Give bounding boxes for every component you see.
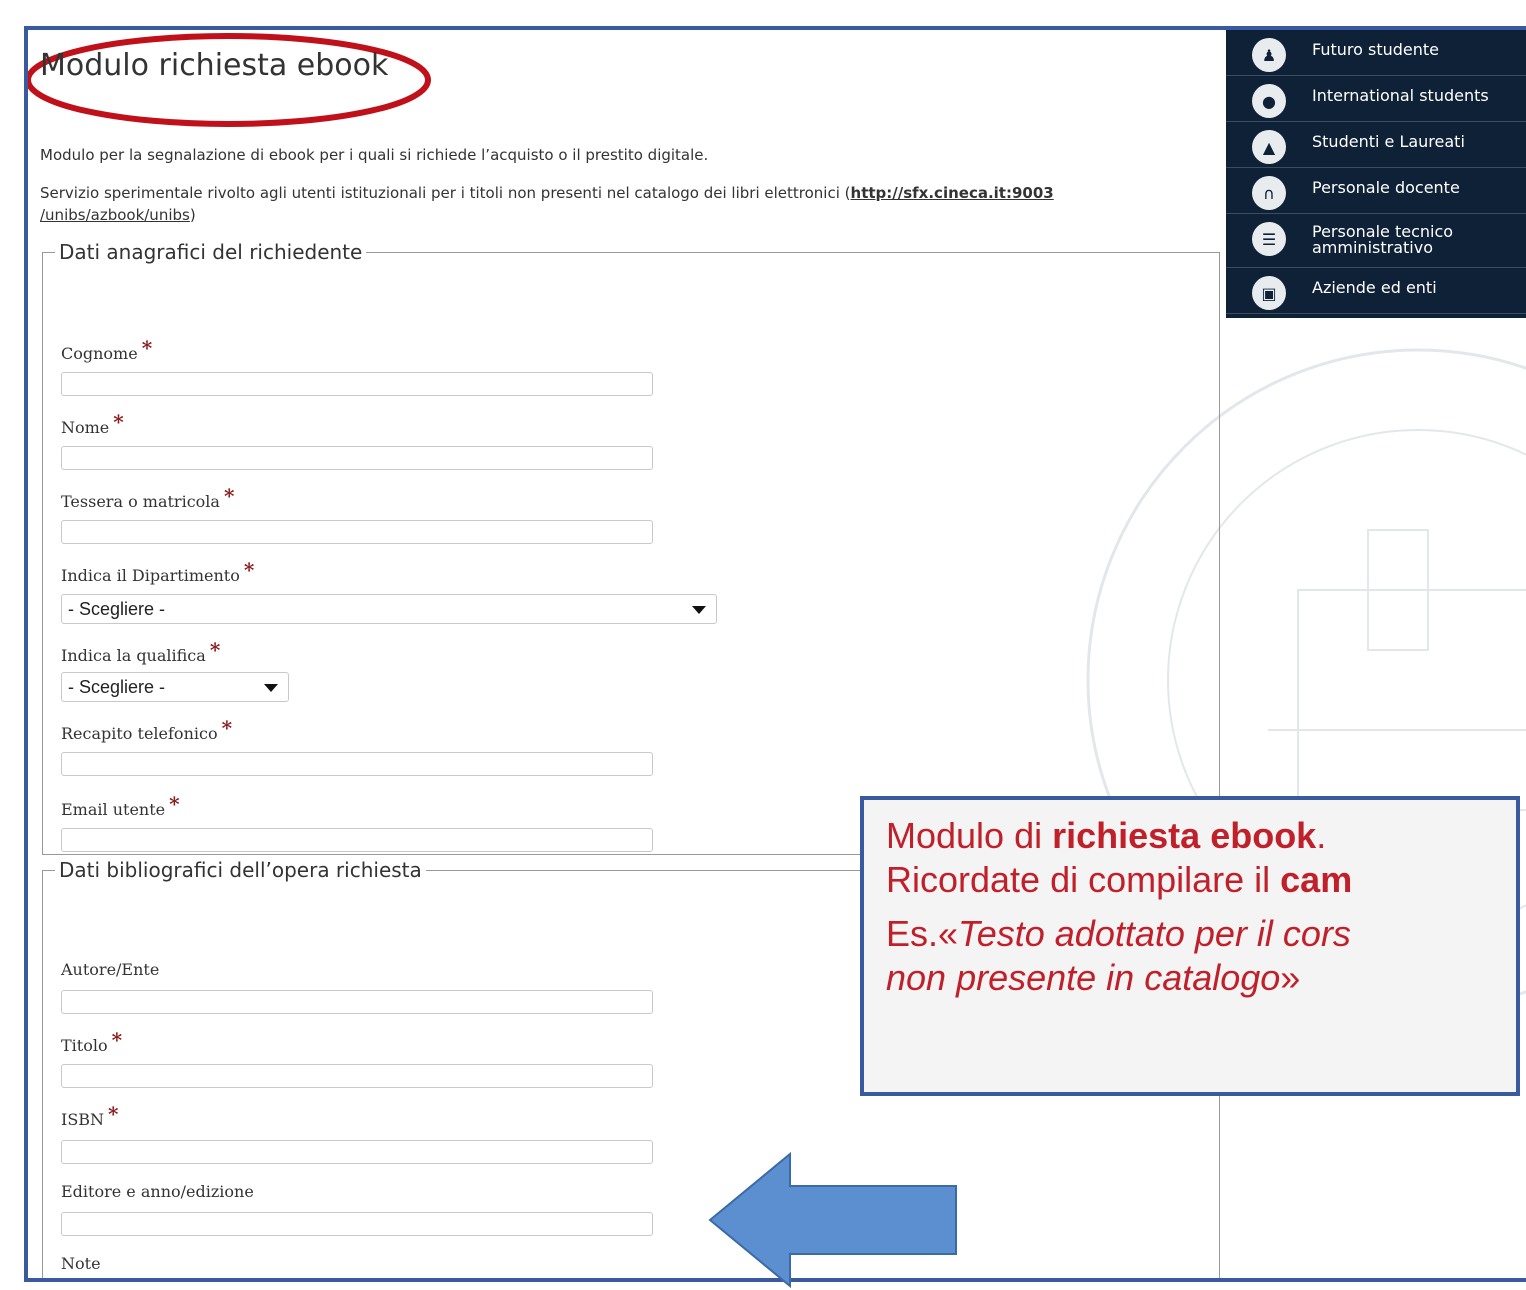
dipartimento-select[interactable]: - Scegliere - (61, 594, 717, 624)
isbn-label: ISBN * (61, 1102, 119, 1129)
isbn-input[interactable] (61, 1140, 653, 1164)
page-title: Modulo richiesta ebook (40, 48, 389, 83)
required-asterisk: * (108, 1102, 119, 1126)
people-icon: ♟ (1252, 38, 1286, 72)
required-asterisk: * (111, 1028, 123, 1052)
autore-input[interactable] (61, 990, 653, 1014)
menu-item-aziende-enti[interactable]: ▣ Aziende ed enti (1226, 268, 1526, 314)
menu-item-futuro-studente[interactable]: ♟ Futuro studente (1226, 30, 1526, 76)
applicant-section-legend: Dati anagrafici del richiedente (59, 240, 363, 264)
required-asterisk: * (141, 336, 153, 360)
intro-text: Modulo per la segnalazione di ebook per … (40, 146, 709, 164)
telefono-input[interactable] (61, 752, 653, 776)
menu-item-personale-docente[interactable]: ∩ Personale docente (1226, 168, 1526, 214)
editore-input[interactable] (61, 1212, 653, 1236)
required-asterisk: * (169, 792, 180, 816)
qualifica-select[interactable]: - Scegliere - (61, 672, 289, 702)
menu-item-personale-tecnico[interactable]: ☰ Personale tecnico amministrativo (1226, 214, 1526, 268)
menu-item-international-students[interactable]: ● International students (1226, 76, 1526, 122)
titolo-input[interactable] (61, 1064, 653, 1088)
books-icon: ☰ (1252, 222, 1286, 256)
dipartimento-label: Indica il Dipartimento * (61, 558, 255, 585)
instruction-callout: Modulo di richiesta ebook. Ricordate di … (860, 796, 1520, 1096)
service-description: Servizio sperimentale rivolto agli utent… (40, 184, 1054, 224)
globe-icon: ● (1252, 84, 1286, 118)
catalog-link[interactable]: http://sfx.cineca.it:9003 (851, 184, 1054, 202)
tessera-input[interactable] (61, 520, 653, 544)
tessera-label: Tessera o matricola * (61, 484, 235, 511)
cognome-input[interactable] (61, 372, 653, 396)
required-asterisk: * (243, 558, 255, 582)
audience-menu: ♟ Futuro studente ● International studen… (1226, 30, 1526, 318)
required-asterisk: * (113, 410, 124, 434)
note-label: Note (61, 1254, 101, 1273)
bibliographic-section-legend: Dati bibliografici dell’opera richiesta (59, 858, 422, 882)
required-asterisk: * (223, 484, 235, 508)
dropdown-arrow-icon (264, 684, 278, 692)
dropdown-arrow-icon (692, 606, 706, 614)
telefono-label: Recapito telefonico * (61, 716, 233, 743)
autore-label: Autore/Ente (61, 960, 160, 979)
catalog-link-continued[interactable]: /unibs/azbook/unibs (40, 206, 190, 224)
left-arrow-pointer (708, 1151, 957, 1289)
editore-label: Editore e anno/edizione (61, 1182, 254, 1201)
cognome-label: Cognome * (61, 336, 153, 363)
email-input[interactable] (61, 828, 653, 852)
nome-label: Nome * (61, 410, 124, 437)
menu-item-studenti-laureati[interactable]: ▲ Studenti e Laureati (1226, 122, 1526, 168)
required-asterisk: * (221, 716, 233, 740)
email-label: Email utente * (61, 792, 180, 819)
graduation-cap-icon: ▲ (1252, 130, 1286, 164)
briefcase-icon: ▣ (1252, 276, 1286, 310)
required-asterisk: * (209, 638, 221, 662)
building-icon: ∩ (1252, 176, 1286, 210)
titolo-label: Titolo * (61, 1028, 123, 1055)
nome-input[interactable] (61, 446, 653, 470)
applicant-section: Dati anagrafici del richiedente Cognome *… (42, 240, 1220, 855)
qualifica-label: Indica la qualifica * (61, 638, 221, 665)
